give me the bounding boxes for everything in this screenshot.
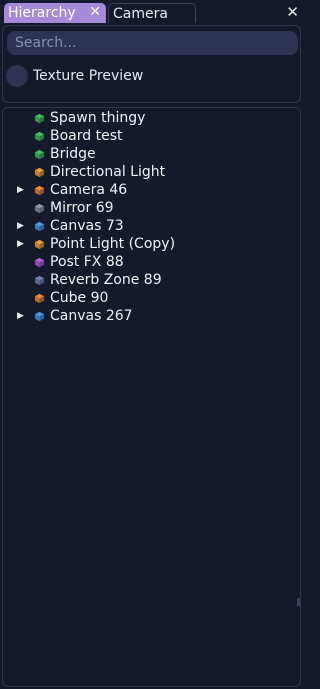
texture-preview[interactable]: Texture Preview <box>6 64 143 88</box>
cube-node-icon <box>34 275 45 286</box>
tree-item[interactable]: Post FX 88 <box>3 253 300 271</box>
cube-node-icon <box>34 293 45 304</box>
tree-item[interactable]: Spawn thingy <box>3 109 300 127</box>
cube-node-icon <box>34 131 45 142</box>
search-box[interactable] <box>7 31 298 55</box>
tree-item[interactable]: Directional Light <box>3 163 300 181</box>
tree-item-label: Post FX 88 <box>50 254 124 270</box>
tree-item-label: Cube 90 <box>50 290 109 306</box>
scrollbar[interactable] <box>297 598 300 606</box>
cube-node-icon <box>34 257 45 268</box>
texture-preview-label: Texture Preview <box>33 68 144 84</box>
cube-node-icon <box>34 167 45 178</box>
tree-item[interactable]: ▶ Point Light (Copy) <box>3 235 300 253</box>
close-icon[interactable]: ✕ <box>89 4 101 20</box>
cube-node-icon <box>34 113 45 124</box>
tab-hierarchy[interactable]: Hierarchy ✕ <box>4 3 106 23</box>
tree-item-label: Directional Light <box>50 164 166 180</box>
expand-arrow-icon[interactable]: ▶ <box>17 221 24 231</box>
tab-camera-label: Camera <box>113 5 168 22</box>
top-panel: Texture Preview <box>2 25 301 103</box>
tree-item[interactable]: Mirror 69 <box>3 199 300 217</box>
tree-item-label: Camera 46 <box>50 182 128 198</box>
tab-hierarchy-label: Hierarchy <box>8 5 76 21</box>
cube-node-icon <box>34 185 45 196</box>
hierarchy-tree-panel: Spawn thingy Board test Bridge Directional … <box>2 107 301 687</box>
tree-item-label: Bridge <box>50 146 96 162</box>
cube-node-icon <box>34 203 45 214</box>
hierarchy-tree: Spawn thingy Board test Bridge Directional … <box>3 109 300 325</box>
tree-item[interactable]: Reverb Zone 89 <box>3 271 300 289</box>
tree-item[interactable]: ▶ Canvas 267 <box>3 307 300 325</box>
window-close-icon[interactable]: ✕ <box>286 3 299 21</box>
tab-camera[interactable]: Camera <box>108 3 196 23</box>
cube-node-icon <box>34 221 45 232</box>
tree-item[interactable]: Bridge <box>3 145 300 163</box>
tree-item-label: Board test <box>50 128 123 144</box>
expand-arrow-icon[interactable]: ▶ <box>17 311 24 321</box>
cube-node-icon <box>34 311 45 322</box>
cube-node-icon <box>34 239 45 250</box>
search-input[interactable] <box>15 35 298 51</box>
tree-item-label: Canvas 73 <box>50 218 124 234</box>
tree-item-label: Reverb Zone 89 <box>50 272 162 288</box>
cube-node-icon <box>34 149 45 160</box>
tree-item[interactable]: ▶ Camera 46 <box>3 181 300 199</box>
expand-arrow-icon[interactable]: ▶ <box>17 185 24 195</box>
tree-item-label: Mirror 69 <box>50 200 114 216</box>
preview-thumbnail-icon <box>6 65 28 87</box>
tree-item[interactable]: Board test <box>3 127 300 145</box>
tree-item[interactable]: ▶ Canvas 73 <box>3 217 300 235</box>
tree-item-label: Canvas 267 <box>50 308 133 324</box>
expand-arrow-icon[interactable]: ▶ <box>17 239 24 249</box>
tree-item-label: Point Light (Copy) <box>50 236 176 252</box>
tree-item[interactable]: Cube 90 <box>3 289 300 307</box>
tab-bar: Hierarchy ✕ Camera ✕ <box>0 0 305 24</box>
tree-item-label: Spawn thingy <box>50 110 146 126</box>
